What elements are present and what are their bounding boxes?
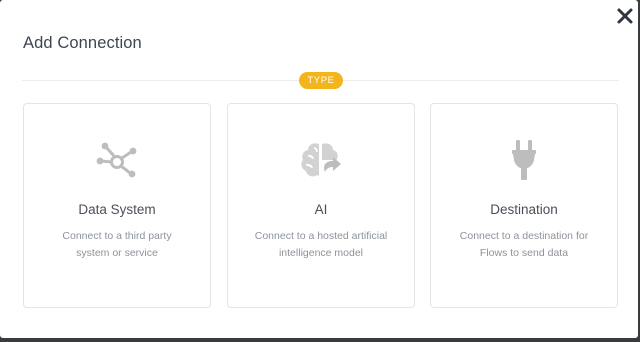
data-system-network-icon (96, 142, 137, 178)
close-button[interactable] (614, 6, 636, 28)
card-title: AI (314, 202, 328, 217)
add-connection-modal: Add Connection TYPE Data System Connect … (0, 0, 638, 338)
card-description: Connect to a hosted artificial intellige… (254, 230, 388, 259)
card-data-system[interactable]: Data System Connect to a third party sys… (23, 103, 211, 308)
card-title: Data System (78, 202, 156, 217)
close-icon (617, 8, 633, 24)
type-badge: TYPE (299, 72, 343, 89)
plug-icon (512, 140, 536, 180)
card-description: Connect to a third party system or servi… (62, 230, 172, 259)
modal-title: Add Connection (23, 34, 142, 52)
card-ai[interactable]: AI Connect to a hosted artificial intell… (227, 103, 415, 308)
card-destination[interactable]: Destination Connect to a destination for… (430, 103, 618, 308)
card-description: Connect to a destination for Flows to se… (459, 230, 589, 259)
ai-brain-icon (301, 143, 341, 177)
card-title: Destination (490, 202, 558, 217)
